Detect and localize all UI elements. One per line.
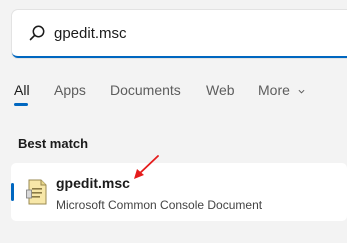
tab-apps[interactable]: Apps — [54, 80, 86, 100]
chevron-down-icon — [298, 89, 305, 94]
tab-more[interactable]: More — [258, 80, 305, 100]
tab-all[interactable]: All — [14, 80, 30, 100]
annotation-arrow-icon — [134, 155, 159, 179]
search-icon — [29, 25, 45, 41]
tab-documents[interactable]: Documents — [110, 80, 181, 100]
tab-more-label: More — [258, 82, 290, 98]
result-description: Microsoft Common Console Document — [56, 198, 263, 212]
section-title-best-match: Best match — [18, 136, 89, 151]
search-box[interactable] — [12, 10, 347, 58]
filter-tabs: All Apps Documents Web More — [0, 80, 347, 110]
best-match-result[interactable]: gpedit.msc Microsoft Common Console Docu… — [11, 163, 347, 221]
search-input[interactable] — [54, 22, 334, 44]
msc-file-icon — [26, 179, 47, 205]
active-tab-indicator — [14, 103, 28, 106]
tab-web[interactable]: Web — [206, 80, 235, 100]
result-name: gpedit.msc — [56, 175, 130, 191]
selection-indicator — [11, 183, 14, 201]
